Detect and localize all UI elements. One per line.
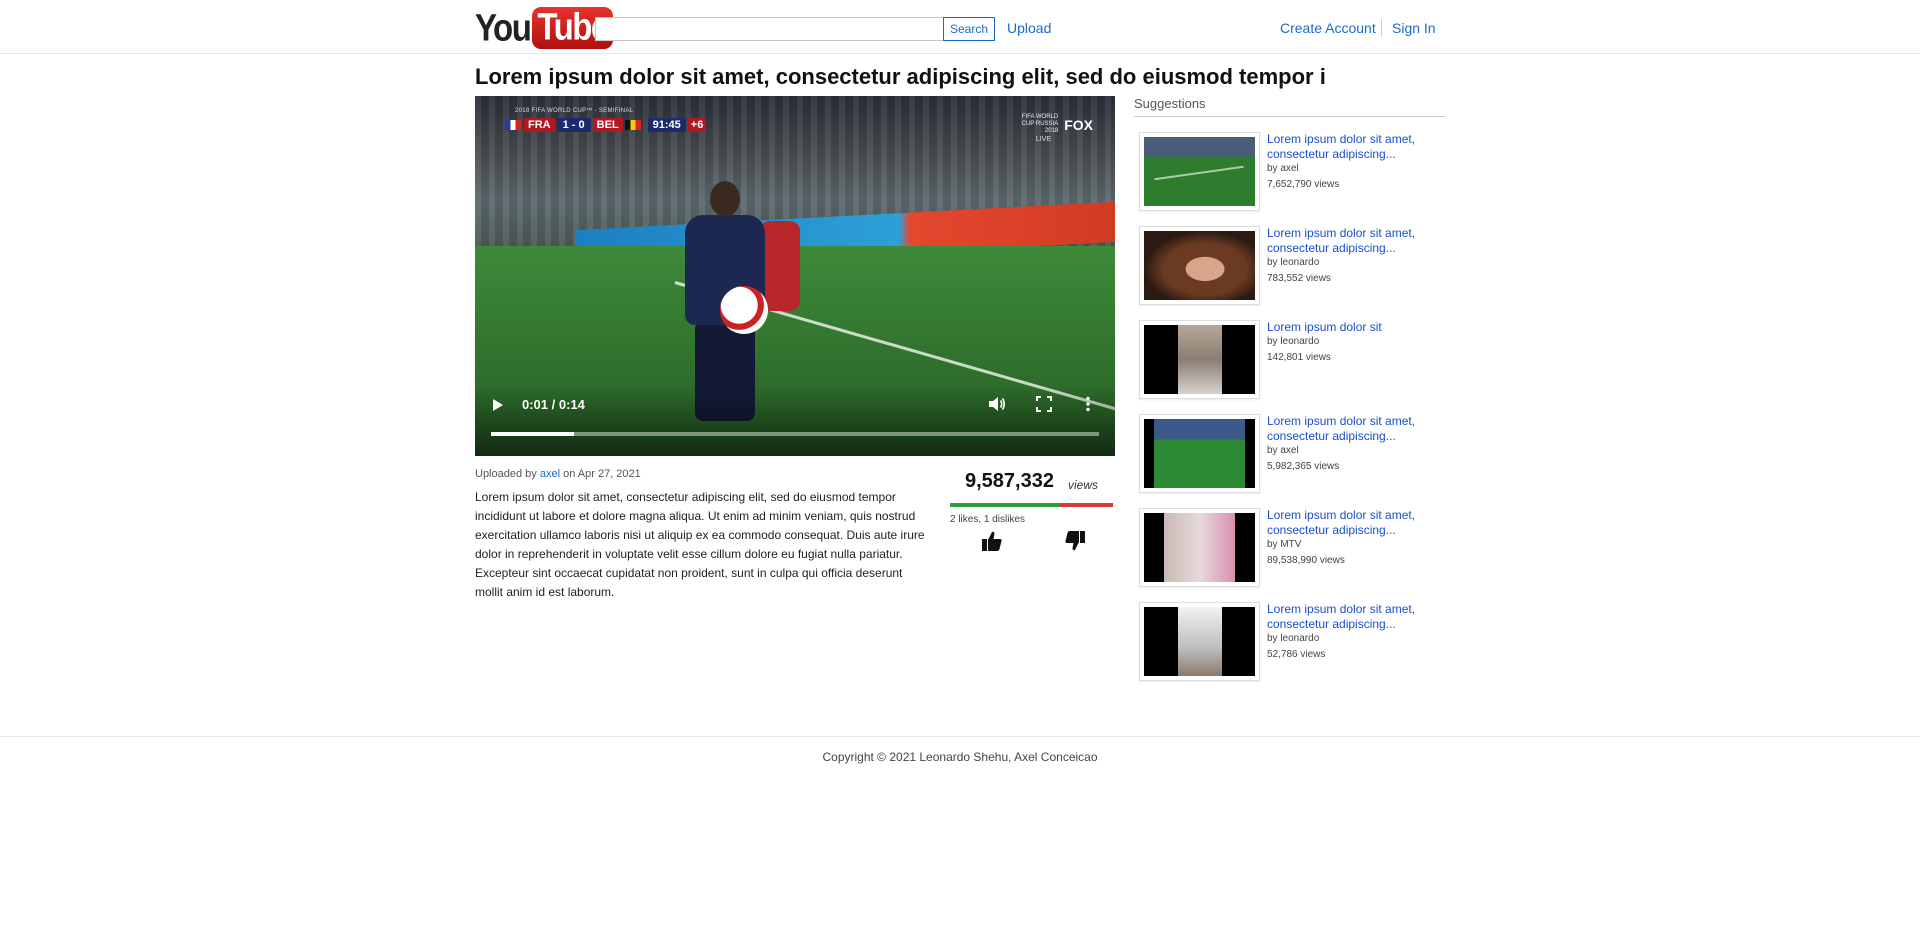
opponent-figure: [760, 221, 800, 311]
views-panel: 9,587,332 views 2 likes, 1 dislikes: [950, 470, 1113, 551]
soccer-thumbnail-image: [1144, 137, 1255, 206]
suggestion-views: 52,786 views: [1267, 649, 1326, 660]
suggestion-thumbnail[interactable]: [1139, 508, 1260, 587]
search-input[interactable]: [595, 17, 944, 41]
suggestion-item[interactable]: Lorem ipsum dolor sit amet, consectetur …: [1139, 508, 1445, 602]
match-score: 1 - 0: [556, 118, 591, 132]
suggestion-title[interactable]: Lorem ipsum dolor sit amet, consectetur …: [1267, 508, 1445, 538]
suggestion-author: by axel: [1267, 163, 1299, 174]
lab-thumbnail-image: [1144, 325, 1255, 394]
dislike-ratio-fill: [1058, 503, 1113, 507]
suggestion-author: by leonardo: [1267, 257, 1320, 268]
footer-divider: [0, 736, 1920, 737]
broadcast-event: FIFA WORLD CUP RUSSIA 2018: [1021, 114, 1059, 134]
play-icon[interactable]: [493, 399, 503, 411]
suggestion-title[interactable]: Lorem ipsum dolor sit amet, consectetur …: [1267, 414, 1445, 444]
belgium-flag-icon: [624, 120, 641, 130]
fullscreen-icon[interactable]: [1036, 396, 1052, 412]
sign-in-link[interactable]: Sign In: [1392, 20, 1436, 36]
suggestion-views: 5,982,365 views: [1267, 461, 1340, 472]
suggestion-views: 89,538,990 views: [1267, 555, 1345, 566]
music-thumbnail-image: [1144, 513, 1255, 582]
suggestion-views: 142,801 views: [1267, 352, 1331, 363]
suggestion-author: by axel: [1267, 445, 1299, 456]
suggestion-views: 7,652,790 views: [1267, 179, 1340, 190]
suggestion-title[interactable]: Lorem ipsum dolor sit amet, consectetur …: [1267, 226, 1445, 256]
views-count: 9,587,332: [965, 470, 1054, 492]
suggestion-thumbnail[interactable]: [1139, 414, 1260, 493]
thumbs-down-icon[interactable]: [1064, 530, 1086, 552]
uploaded-prefix: Uploaded by: [475, 468, 537, 480]
live-tag: LIVE: [1035, 136, 1051, 143]
video-player[interactable]: 2018 FIFA WORLD CUP™ - SEMIFINAL FRA 1 -…: [475, 96, 1115, 456]
suggestion-item[interactable]: Lorem ipsum dolor sit amet, consectetur …: [1139, 226, 1445, 320]
footballer-figure: [665, 181, 800, 421]
like-ratio-fill: [950, 503, 1059, 507]
create-account-link[interactable]: Create Account: [1280, 20, 1376, 36]
suggestions-header: Suggestions: [1134, 96, 1445, 117]
pitch-thumbnail-image: [1144, 419, 1255, 488]
added-time: +6: [687, 118, 707, 132]
scorebug: FRA 1 - 0 BEL 91:45 +6: [505, 116, 707, 134]
home-team: FRA: [524, 118, 555, 132]
progress-fill: [491, 432, 575, 436]
upload-date: on Apr 27, 2021: [563, 468, 641, 480]
upload-link[interactable]: Upload: [1007, 20, 1051, 36]
copyright-text: Copyright © 2021 Leonardo Shehu, Axel Co…: [822, 750, 1098, 764]
footballer-head: [710, 181, 740, 217]
scorebug-caption: 2018 FIFA WORLD CUP™ - SEMIFINAL: [515, 108, 634, 114]
suggestion-author: by leonardo: [1267, 633, 1320, 644]
video-description: Lorem ipsum dolor sit amet, consectetur …: [475, 490, 925, 599]
likes-summary: 2 likes, 1 dislikes: [950, 514, 1026, 525]
time-display: 0:01 / 0:14: [522, 397, 585, 412]
match-clock: 91:45: [647, 118, 686, 132]
top-header: You Tube Search Upload Create Account Si…: [0, 0, 1920, 54]
like-ratio-bar: [950, 503, 1113, 507]
football: [720, 286, 768, 334]
suggestion-thumbnail[interactable]: [1139, 602, 1260, 681]
nav-divider: [1381, 19, 1382, 36]
suggestion-title[interactable]: Lorem ipsum dolor sit amet, consectetur …: [1267, 132, 1445, 162]
logo-you-text: You: [475, 6, 532, 49]
suggestion-author: by leonardo: [1267, 336, 1320, 347]
broadcast-logo: FIFA WORLD CUP RUSSIA 2018 FOX: [1014, 114, 1093, 135]
video-title: Lorem ipsum dolor sit amet, consectetur …: [475, 64, 1326, 89]
youtube-logo[interactable]: You Tube: [475, 5, 613, 49]
suggestion-thumbnail[interactable]: [1139, 226, 1260, 305]
suggestion-item[interactable]: Lorem ipsum dolor sit amet, consectetur …: [1139, 414, 1445, 508]
suggestion-thumbnail[interactable]: [1139, 132, 1260, 211]
girl-thumbnail-image: [1144, 231, 1255, 300]
suggestion-item[interactable]: Lorem ipsum dolor sit by leonardo 142,80…: [1139, 320, 1445, 414]
suggestion-item[interactable]: Lorem ipsum dolor sit amet, consectetur …: [1139, 132, 1445, 226]
suggestion-views: 783,552 views: [1267, 273, 1331, 284]
away-team: BEL: [592, 118, 623, 132]
more-options-icon[interactable]: [1085, 396, 1091, 412]
suggestion-author: by MTV: [1267, 539, 1302, 550]
suggestions-list: Lorem ipsum dolor sit amet, consectetur …: [1139, 132, 1445, 696]
views-label: views: [1068, 478, 1099, 492]
france-flag-icon: [505, 120, 521, 130]
uploader-link[interactable]: axel: [540, 468, 560, 480]
thumbs-up-icon[interactable]: [981, 530, 1003, 552]
volume-icon[interactable]: [988, 396, 1006, 412]
room-thumbnail-image: [1144, 607, 1255, 676]
suggestion-title[interactable]: Lorem ipsum dolor sit: [1267, 320, 1445, 335]
progress-bar[interactable]: [491, 432, 1099, 436]
suggestion-item[interactable]: Lorem ipsum dolor sit amet, consectetur …: [1139, 602, 1445, 696]
suggestion-thumbnail[interactable]: [1139, 320, 1260, 399]
suggestion-title[interactable]: Lorem ipsum dolor sit amet, consectetur …: [1267, 602, 1445, 632]
broadcast-network: FOX: [1064, 116, 1093, 133]
search-button[interactable]: Search: [943, 17, 995, 41]
upload-info: Uploaded by axel on Apr 27, 2021: [475, 468, 641, 480]
